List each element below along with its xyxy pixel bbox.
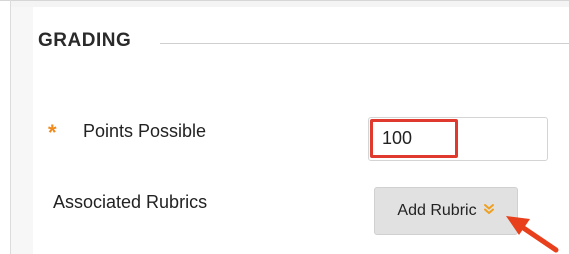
add-rubric-button[interactable]: Add Rubric xyxy=(374,187,518,235)
panel-left-shade xyxy=(11,7,33,254)
section-title: GRADING xyxy=(38,30,132,51)
page-top-strip xyxy=(11,1,569,7)
points-possible-label: Points Possible xyxy=(83,121,207,141)
add-rubric-label: Add Rubric xyxy=(397,202,477,219)
points-possible-input[interactable] xyxy=(370,119,458,158)
associated-rubrics-label: Associated Rubrics xyxy=(53,192,208,212)
section-divider xyxy=(160,43,569,44)
double-chevron-down-icon xyxy=(483,204,494,214)
required-marker: * xyxy=(48,120,57,145)
callout-arrow-icon xyxy=(506,216,559,253)
